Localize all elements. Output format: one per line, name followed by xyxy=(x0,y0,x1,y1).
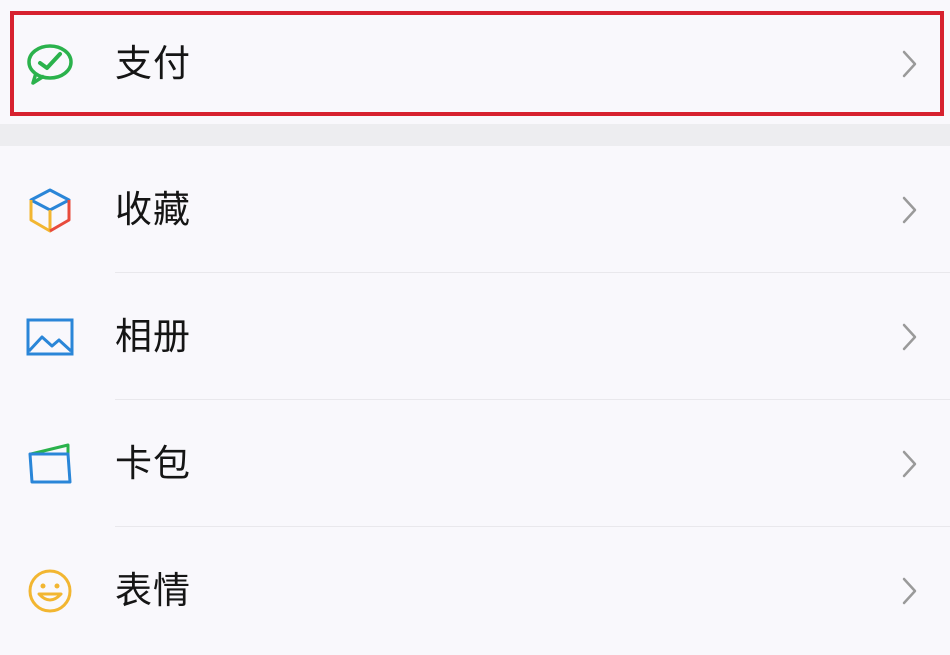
chevron-right-icon xyxy=(902,323,917,351)
menu-item-label: 相册 xyxy=(115,315,191,358)
menu-item-label: 表情 xyxy=(115,569,191,612)
smiley-face-icon xyxy=(28,569,72,613)
menu-item-album[interactable]: 相册 xyxy=(0,273,950,401)
favorites-cube-icon xyxy=(29,188,71,233)
menu-item-label: 卡包 xyxy=(115,442,191,485)
menu-item-label: 收藏 xyxy=(115,188,191,231)
chevron-right-icon xyxy=(902,196,917,224)
menu-item-stickers[interactable]: 表情 xyxy=(0,527,950,655)
menu-item-cards[interactable]: 卡包 xyxy=(0,400,950,528)
menu-item-pay[interactable]: 支付 xyxy=(0,0,950,128)
card-wallet-icon xyxy=(28,443,72,484)
chevron-right-icon xyxy=(902,50,917,78)
section-gap xyxy=(0,124,950,146)
chevron-right-icon xyxy=(902,450,917,478)
chevron-right-icon xyxy=(902,577,917,605)
wechat-pay-icon xyxy=(27,44,73,85)
album-picture-icon xyxy=(26,318,74,356)
menu-item-favorites[interactable]: 收藏 xyxy=(0,146,950,274)
menu-item-label: 支付 xyxy=(115,42,191,85)
